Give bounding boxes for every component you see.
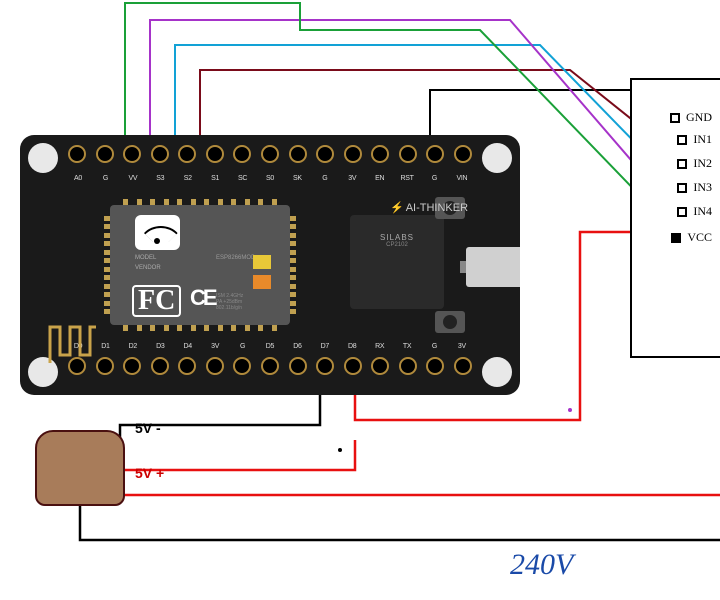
nodemcu-board: A0GVVS3S2S1SCS0SKG3VENRSTGVIN D0D1D2D3D4…	[20, 135, 520, 395]
mount-hole	[482, 143, 512, 173]
power-supply-module	[35, 430, 125, 506]
led-orange	[253, 275, 271, 289]
pcb-antenna-icon	[48, 325, 98, 365]
relay-pin-in1: IN1	[677, 132, 712, 147]
relay-pin-vcc: VCC	[671, 230, 712, 245]
mount-hole	[28, 143, 58, 173]
relay-module: GND IN1 IN2 IN3 IN4 VCC	[630, 78, 720, 358]
relay-pin-in2: IN2	[677, 156, 712, 171]
pin-header-top	[68, 145, 472, 173]
usb-uart-chip: SILABS CP2102	[350, 215, 444, 309]
vendor-text: AI-THINKER	[390, 201, 468, 214]
specs-text: ISM 2.4GHz PA +25dBm 802.11b/g/n	[216, 293, 243, 311]
pin-header-bottom	[68, 357, 472, 385]
pin-labels-top: A0GVVS3S2S1SCS0SKG3VENRSTGVIN	[68, 175, 472, 187]
relay-pin-gnd: GND	[670, 110, 712, 125]
pin-labels-bottom: D0D1D2D3D43VGD5D6D7D8RXTXG3V	[68, 343, 472, 355]
power-neg-label: 5V -	[135, 420, 161, 436]
relay-pin-in4: IN4	[677, 204, 712, 219]
micro-usb-port	[466, 247, 520, 287]
reset-button[interactable]	[435, 311, 465, 333]
model-text: MODEL VENDOR	[135, 253, 161, 273]
mount-hole	[482, 357, 512, 387]
ce-logo: CE	[190, 285, 215, 311]
mains-voltage-label: 240V	[510, 548, 573, 582]
fcc-logo: FC	[132, 285, 181, 317]
led-yellow	[253, 255, 271, 269]
chip-id-text: ESP8266MOD	[216, 255, 255, 261]
power-pos-label: 5V +	[135, 465, 164, 481]
relay-pin-in3: IN3	[677, 180, 712, 195]
wifi-logo-icon	[135, 215, 180, 250]
